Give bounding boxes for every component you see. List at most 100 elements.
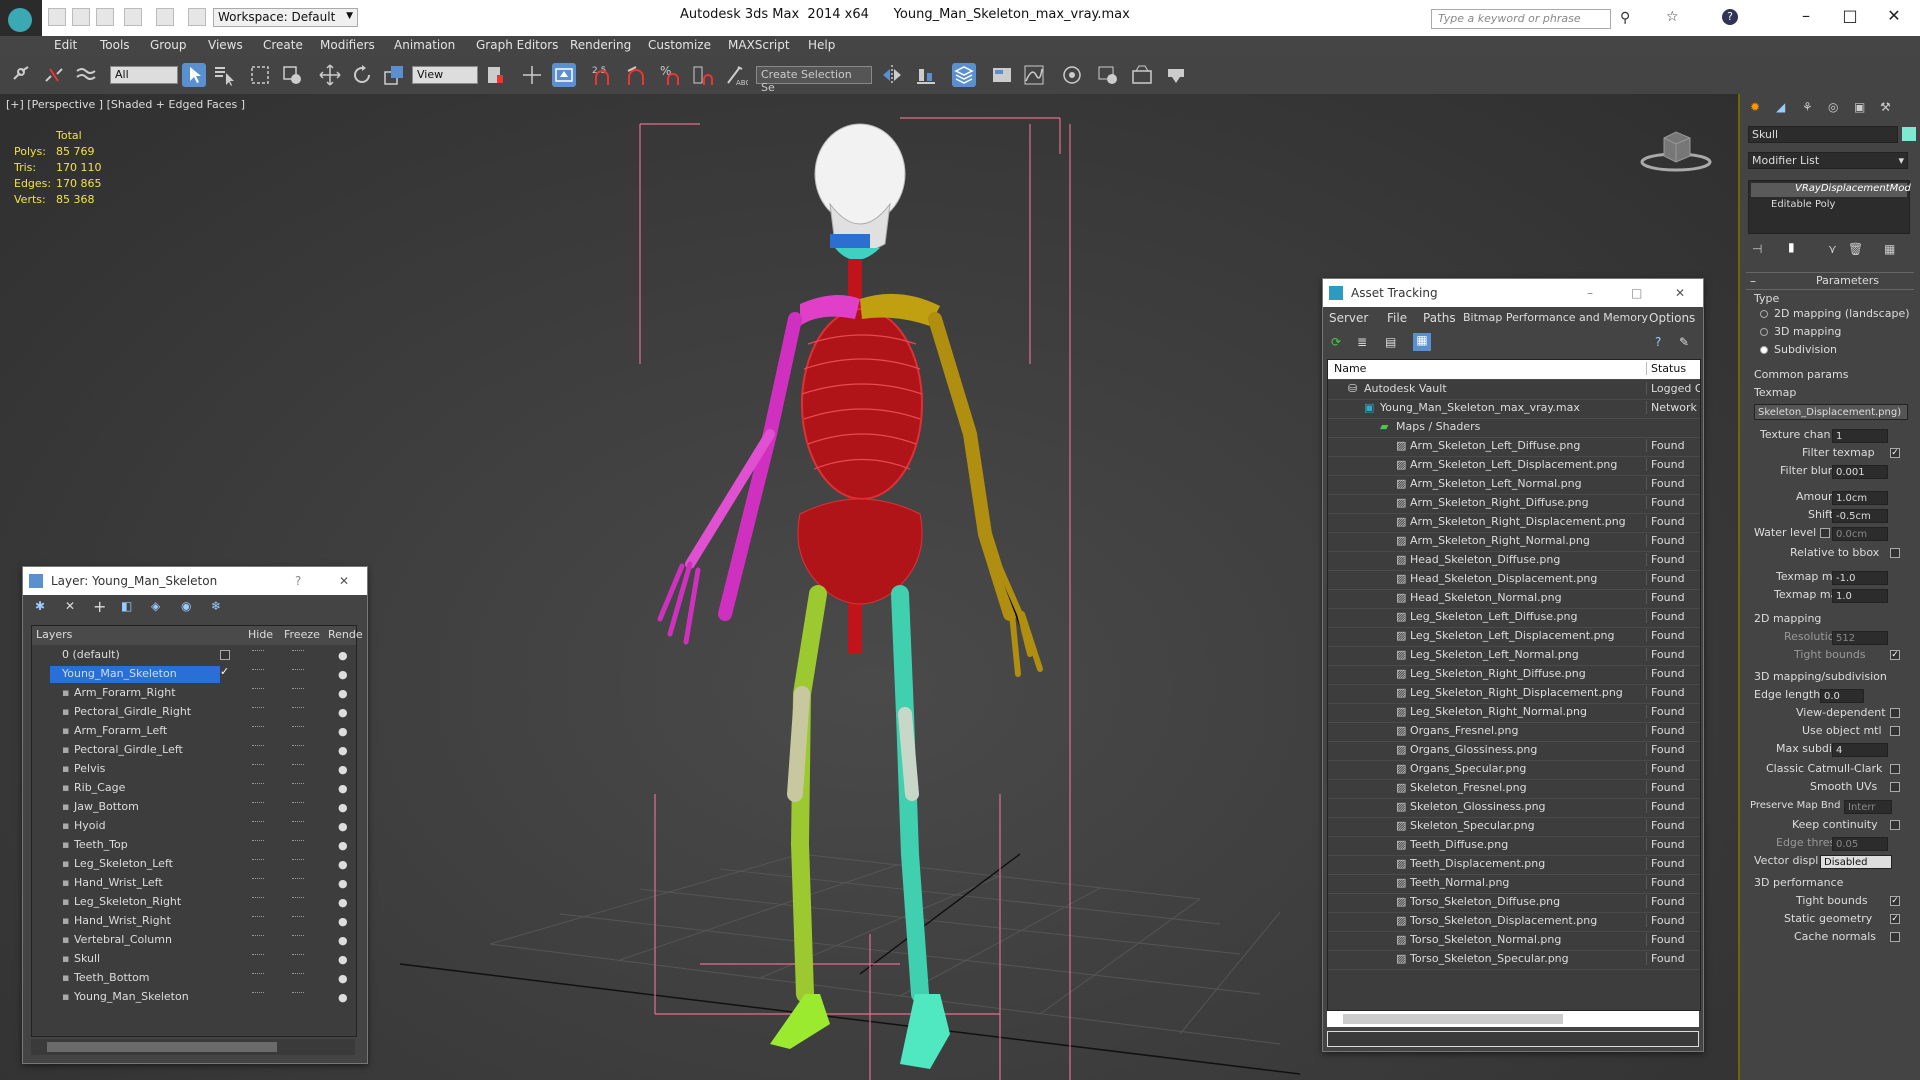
scrollbar-thumb[interactable] <box>1343 1014 1563 1024</box>
material-editor-icon[interactable] <box>1096 63 1120 87</box>
motion-tab-icon[interactable]: ◎ <box>1828 100 1838 114</box>
layer-object-row[interactable]: ▪ Teeth_Top ● <box>32 836 356 855</box>
bind-space-warp-icon[interactable] <box>74 63 98 87</box>
render-teapot-icon[interactable]: ● <box>338 896 348 909</box>
menu-maxscript[interactable]: MAXScript <box>728 38 790 52</box>
shift-spinner[interactable]: -0.5cm <box>1832 509 1888 523</box>
table-view-icon[interactable]: ▦ <box>1413 333 1431 351</box>
asset-row-maps-folder[interactable]: ▰ Maps / Shaders <box>1328 418 1700 438</box>
close-icon[interactable]: ✕ <box>1874 4 1914 28</box>
asset-row-file[interactable]: ▣ Young_Man_Skeleton_max_vray.max Networ… <box>1328 399 1700 419</box>
layer-horizontal-scrollbar[interactable] <box>31 1039 355 1055</box>
asset-map-row[interactable]: ▨ Arm_Skeleton_Left_Diffuse.png Found <box>1328 437 1700 457</box>
render-teapot-icon[interactable]: ● <box>338 706 348 719</box>
asset-map-row[interactable]: ▨ Head_Skeleton_Diffuse.png Found <box>1328 551 1700 571</box>
filter-blur-spinner[interactable]: 0.001 <box>1832 465 1888 479</box>
remove-modifier-icon[interactable]: 🗑 <box>1848 242 1863 256</box>
asset-map-row[interactable]: ▨ Skeleton_Specular.png Found <box>1328 817 1700 837</box>
asset-map-row[interactable]: ▨ Torso_Skeleton_Diffuse.png Found <box>1328 893 1700 913</box>
pin-icon[interactable]: ✎ <box>1679 335 1689 349</box>
minimize-icon[interactable]: – <box>1587 279 1593 307</box>
texmap-button[interactable]: Skeleton_Displacement.png) <box>1754 404 1908 420</box>
utilities-tab-icon[interactable]: ⚒ <box>1880 100 1891 114</box>
create-layer-icon[interactable]: ✱ <box>35 599 45 613</box>
asset-map-row[interactable]: ▨ Teeth_Diffuse.png Found <box>1328 836 1700 856</box>
percent-snap-icon[interactable]: % <box>658 63 682 87</box>
help-button[interactable]: ? <box>295 567 301 595</box>
render-teapot-icon[interactable]: ● <box>338 934 348 947</box>
asset-map-row[interactable]: ▨ Organs_Fresnel.png Found <box>1328 722 1700 742</box>
menu-group[interactable]: Group <box>150 38 187 52</box>
keyboard-shortcut-override-icon[interactable] <box>552 63 576 87</box>
menu-views[interactable]: Views <box>208 38 243 52</box>
thumbnail-view-icon[interactable]: ▤ <box>1385 335 1396 349</box>
asset-horizontal-scrollbar[interactable] <box>1327 1011 1699 1027</box>
asset-map-row[interactable]: ▨ Skeleton_Glossiness.png Found <box>1328 798 1700 818</box>
edit-named-selection-icon[interactable]: ABC <box>724 63 750 87</box>
select-manipulate-icon[interactable] <box>520 63 544 87</box>
asset-map-row[interactable]: ▨ Organs_Glossiness.png Found <box>1328 741 1700 761</box>
asset-map-row[interactable]: ▨ Arm_Skeleton_Left_Normal.png Found <box>1328 475 1700 495</box>
menu-create[interactable]: Create <box>263 38 303 52</box>
asset-menu-file[interactable]: File <box>1387 311 1407 325</box>
asset-map-row[interactable]: ▨ Head_Skeleton_Displacement.png Found <box>1328 570 1700 590</box>
layer-object-row[interactable]: ▪ Rib_Cage ● <box>32 779 356 798</box>
selection-filter-dropdown[interactable]: All <box>110 66 178 84</box>
asset-menu-paths[interactable]: Paths <box>1423 311 1456 325</box>
star-icon[interactable]: ☆ <box>1666 9 1682 25</box>
menu-tools[interactable]: Tools <box>100 38 130 52</box>
radio-2d-mapping[interactable] <box>1760 310 1768 318</box>
list-view-icon[interactable]: ≣ <box>1357 335 1367 349</box>
render-teapot-icon[interactable]: ● <box>338 687 348 700</box>
keep-continuity-checkbox[interactable] <box>1890 820 1900 830</box>
radio-3d-mapping[interactable] <box>1760 328 1768 336</box>
reference-coordinate-dropdown[interactable]: View <box>412 66 478 84</box>
render-teapot-icon[interactable]: ● <box>338 668 348 681</box>
asset-map-row[interactable]: ▨ Arm_Skeleton_Right_Diffuse.png Found <box>1328 494 1700 514</box>
render-production-icon[interactable] <box>1164 63 1188 87</box>
show-end-result-icon[interactable]: ▮ <box>1788 240 1795 254</box>
layer-object-row[interactable]: ▪ Leg_Skeleton_Right ● <box>32 893 356 912</box>
tight-bounds-2d-checkbox[interactable]: ✓ <box>1890 650 1900 660</box>
smooth-uvs-checkbox[interactable] <box>1890 782 1900 792</box>
object-color-swatch[interactable] <box>1902 127 1916 141</box>
select-by-name-icon[interactable] <box>212 63 236 87</box>
close-icon[interactable]: ✕ <box>1675 279 1685 307</box>
render-teapot-icon[interactable]: ● <box>338 839 348 852</box>
layer-row-default[interactable]: 0 (default) ● <box>32 646 356 665</box>
render-teapot-icon[interactable]: ● <box>338 953 348 966</box>
maximize-icon[interactable]: □ <box>1830 4 1870 28</box>
scale-icon[interactable] <box>382 63 406 87</box>
edge-length-spinner[interactable]: 0.0 <box>1820 689 1864 703</box>
layer-row-selected[interactable]: Young_Man_Skeleton ✓ ● <box>32 665 356 684</box>
menu-rendering[interactable]: Rendering <box>570 38 631 52</box>
render-teapot-icon[interactable]: ● <box>338 820 348 833</box>
preserve-map-dropdown[interactable]: Interr <box>1844 800 1892 814</box>
window-crossing-icon[interactable] <box>280 63 304 87</box>
menu-customize[interactable]: Customize <box>648 38 711 52</box>
asset-map-row[interactable]: ▨ Head_Skeleton_Normal.png Found <box>1328 589 1700 609</box>
asset-menu-server[interactable]: Server <box>1329 311 1368 325</box>
layer-object-row[interactable]: ▪ Pectoral_Girdle_Left ● <box>32 741 356 760</box>
asset-map-row[interactable]: ▨ Leg_Skeleton_Left_Displacement.png Found <box>1328 627 1700 647</box>
select-objects-in-layer-icon[interactable]: ◧ <box>121 599 132 613</box>
render-teapot-icon[interactable]: ● <box>338 763 348 776</box>
menu-animation[interactable]: Animation <box>394 38 455 52</box>
scrollbar-thumb[interactable] <box>47 1042 277 1052</box>
asset-map-row[interactable]: ▨ Arm_Skeleton_Right_Normal.png Found <box>1328 532 1700 552</box>
snaps-toggle-icon[interactable]: 2.5 <box>590 63 614 87</box>
asset-map-row[interactable]: ▨ Skeleton_Fresnel.png Found <box>1328 779 1700 799</box>
resolution-spinner[interactable]: 512 <box>1832 631 1888 645</box>
texture-channel-spinner[interactable]: 1 <box>1832 429 1888 443</box>
texmap-max-spinner[interactable]: 1.0 <box>1832 589 1888 603</box>
unlink-icon[interactable] <box>42 63 66 87</box>
current-layer-checkbox[interactable] <box>220 650 230 660</box>
render-teapot-icon[interactable]: ● <box>338 744 348 757</box>
radio-subdivision[interactable] <box>1760 346 1768 354</box>
workspace-dropdown[interactable]: Workspace: Default ▼ <box>213 8 358 27</box>
water-level-spinner[interactable]: 0.0cm <box>1832 527 1888 541</box>
asset-row-vault[interactable]: ⛁ Autodesk Vault Logged O <box>1328 380 1700 400</box>
water-level-checkbox[interactable] <box>1820 528 1830 538</box>
pivot-center-icon[interactable] <box>484 63 508 87</box>
search-input[interactable]: Type a keyword or phrase <box>1431 9 1611 29</box>
